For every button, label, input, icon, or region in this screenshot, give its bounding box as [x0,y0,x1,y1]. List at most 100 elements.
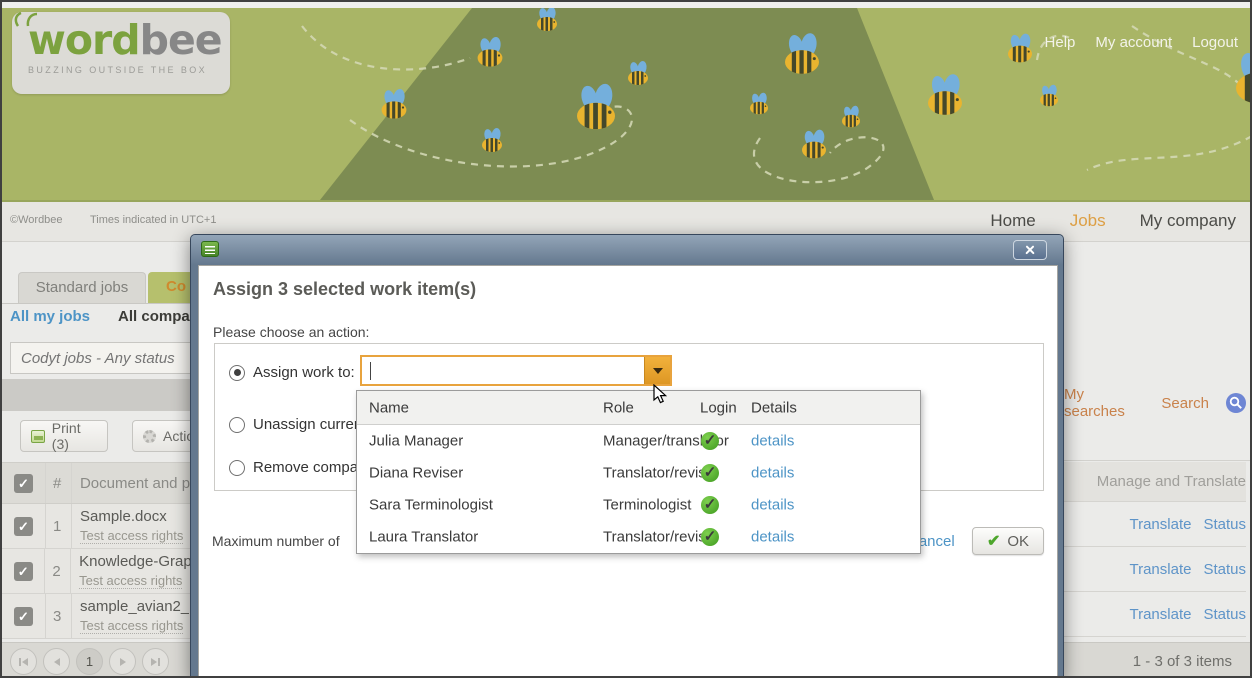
document-sublink[interactable]: Test access rights [80,618,183,634]
user-name: Julia Manager [369,433,463,450]
translate-link[interactable]: Translate [1129,606,1191,623]
screen: wordbee BUZZING OUTSIDE THE BOX Help My … [0,0,1252,678]
assign-work-label: Assign work to: [253,364,355,381]
close-icon[interactable] [1013,240,1047,260]
user-option[interactable]: Laura Translator Translator/revis ✓ deta… [357,521,920,553]
unassign-label: Unassign curren [253,416,362,433]
column-name: Name [369,399,409,416]
filter-all-my-jobs[interactable]: All my jobs [10,308,90,325]
user-role: Translator/revis [603,465,706,482]
row-number: 3 [46,594,72,638]
status-link[interactable]: Status [1203,516,1246,533]
dialog-body: Assign 3 selected work item(s) Please ch… [198,265,1058,678]
remove-radio[interactable] [229,460,245,476]
details-link[interactable]: details [751,497,794,514]
login-check-icon: ✓ [701,528,719,546]
logo-antennae-icon [12,12,42,28]
help-link[interactable]: Help [1045,34,1076,51]
last-page-button[interactable] [142,648,169,675]
my-searches-link[interactable]: My searches [1064,386,1145,420]
assign-dialog: Assign 3 selected work item(s) Please ch… [190,234,1064,678]
tabs-divider [2,303,190,304]
user-option[interactable]: Julia Manager Manager/translator ✓ detai… [357,425,920,457]
assignee-combobox[interactable] [360,355,672,386]
search-link[interactable]: Search [1161,395,1209,412]
table-row[interactable]: ✓ 1 Sample.docx Test access rights [2,504,190,549]
copyright-label: ©Wordbee [10,214,63,226]
document-name: Sample.docx [80,508,167,525]
logo-word: word [28,16,140,64]
details-link[interactable]: details [751,433,794,450]
logo-tagline: BUZZING OUTSIDE THE BOX [28,65,216,75]
jobs-table: ✓ # Document and p ✓ 1 Sample.docx Test … [2,462,190,639]
assign-work-radio[interactable] [229,365,245,381]
nav-jobs[interactable]: Jobs [1070,211,1106,231]
select-all-checkbox[interactable]: ✓ [14,474,33,493]
details-link[interactable]: details [751,529,794,546]
dialog-prompt: Please choose an action: [213,324,369,340]
table-row[interactable]: ✓ 3 sample_avian2_ Test access rights [2,594,190,639]
unassign-radio[interactable] [229,417,245,433]
ok-button[interactable]: ✔ OK [972,527,1044,555]
search-icon[interactable] [1225,392,1246,414]
column-login: Login [700,399,737,416]
row-checkbox[interactable]: ✓ [14,562,33,581]
timezone-note: Times indicated in UTC+1 [90,214,216,226]
main-nav: Home Jobs My company [990,211,1236,231]
chevron-down-icon[interactable] [644,357,670,384]
logout-link[interactable]: Logout [1192,34,1238,51]
wordbee-logo: wordbee BUZZING OUTSIDE THE BOX [12,12,230,94]
status-link[interactable]: Status [1203,606,1246,623]
mouse-cursor-icon [653,384,668,405]
column-details: Details [751,399,797,416]
document-sublink[interactable]: Test access rights [80,528,183,544]
row-number: 2 [45,549,71,593]
translate-link[interactable]: Translate [1129,561,1191,578]
user-name: Sara Terminologist [369,497,493,514]
document-name: sample_avian2_ [80,598,189,615]
list-item: Translate Status [1064,547,1246,592]
first-page-button[interactable] [10,648,37,675]
translate-link[interactable]: Translate [1129,516,1191,533]
nav-home[interactable]: Home [990,211,1035,231]
table-row[interactable]: ✓ 2 Knowledge-Grap Test access rights [2,549,190,594]
nav-my-company[interactable]: My company [1140,211,1236,231]
gear-icon [143,430,156,443]
document-sublink[interactable]: Test access rights [79,573,182,589]
divider [1064,460,1252,461]
document-name: Knowledge-Grap [79,553,190,570]
print-icon [31,430,45,443]
remove-label: Remove compa [253,459,358,476]
column-number: # [46,463,72,503]
ok-button-label: OK [1007,533,1029,550]
next-page-button[interactable] [109,648,136,675]
list-item: Translate Status [1064,592,1246,637]
tab-standard-jobs[interactable]: Standard jobs [18,272,146,303]
jobs-filter-input[interactable] [10,342,210,374]
user-role: Terminologist [603,497,691,514]
list-item: Translate Status [1064,502,1246,547]
row-checkbox[interactable]: ✓ [14,607,33,626]
user-name: Diana Reviser [369,465,463,482]
row-checkbox[interactable]: ✓ [14,517,33,536]
user-option[interactable]: Sara Terminologist Terminologist ✓ detai… [357,489,920,521]
row-number: 1 [46,504,72,548]
maximum-note: Maximum number of [212,533,340,549]
user-role: Translator/revis [603,529,706,546]
details-link[interactable]: details [751,465,794,482]
login-check-icon: ✓ [701,496,719,514]
logo-bee: bee [140,16,222,64]
items-count: 1 - 3 of 3 items [1064,642,1252,678]
login-check-icon: ✓ [701,432,719,450]
current-page-button[interactable]: 1 [76,648,103,675]
print-button[interactable]: Print (3) [20,420,108,452]
previous-page-button[interactable] [43,648,70,675]
user-option[interactable]: Diana Reviser Translator/revis ✓ details [357,457,920,489]
status-link[interactable]: Status [1203,561,1246,578]
manage-translate-header: Manage and Translate [1064,462,1246,502]
assignee-dropdown: Name Role Login Details Julia Manager Ma… [356,390,921,554]
dropdown-header: Name Role Login Details [357,391,920,425]
my-account-link[interactable]: My account [1095,34,1172,51]
dialog-titlebar [191,235,1063,265]
filter-all-company-jobs[interactable]: All compa [118,308,190,325]
